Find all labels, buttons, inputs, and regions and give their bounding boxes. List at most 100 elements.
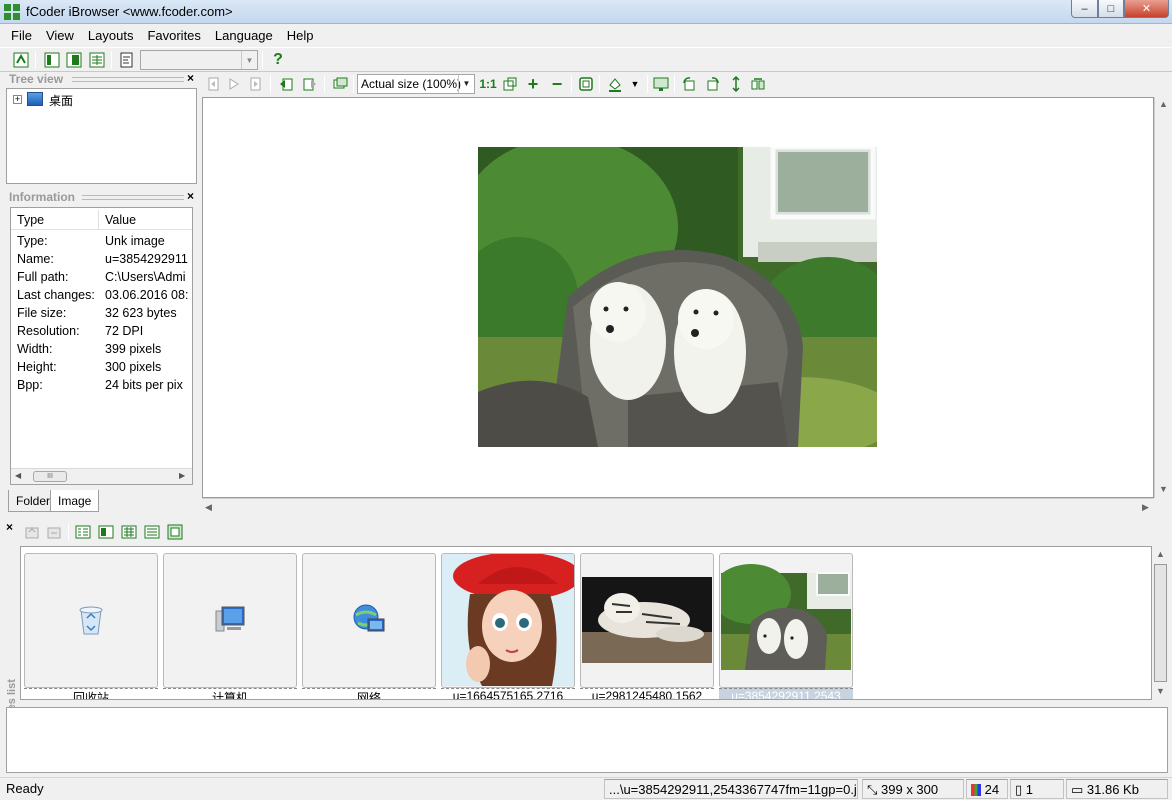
toolbar-separator <box>647 75 648 93</box>
view-large-icon[interactable] <box>96 522 116 542</box>
layout-left-icon[interactable] <box>42 50 62 70</box>
info-row: Name: u=3854292911 <box>11 252 192 270</box>
information-list: Type Value Type: Unk image Name: u=3854292… <box>10 207 193 485</box>
slideshow-icon[interactable] <box>651 74 671 94</box>
fullscreen-icon[interactable] <box>576 74 596 94</box>
status-path: ...\u=3854292911,2543367747fm=11gp=0.jp <box>604 779 858 799</box>
zoom-in-icon[interactable]: + <box>523 74 543 94</box>
thumbnail-girl-image[interactable] <box>441 553 575 688</box>
properties-icon[interactable] <box>117 50 137 70</box>
fit-window-icon[interactable] <box>500 74 520 94</box>
info-key: Width: <box>17 342 53 356</box>
info-key: Name: <box>17 252 54 266</box>
panel-grip[interactable] <box>72 77 184 82</box>
scroll-left-icon[interactable]: ◀ <box>15 471 21 480</box>
menu-favorites[interactable]: Favorites <box>140 26 207 45</box>
scroll-up-icon[interactable]: ▲ <box>1159 99 1168 109</box>
info-horizontal-scrollbar[interactable]: ◀ III ▶ <box>11 468 192 484</box>
zoom-select[interactable]: Actual size (100%) ▼ <box>357 74 475 94</box>
status-index-value: 1 <box>1025 782 1033 797</box>
zoom-value: Actual size (100%) <box>361 77 462 91</box>
minimize-button[interactable]: ‒ <box>1071 0 1098 18</box>
thumbnail-caption: 计算机 <box>163 688 297 699</box>
view-grid-icon[interactable] <box>142 522 162 542</box>
close-icon[interactable]: × <box>187 71 194 85</box>
thumbnail-network[interactable] <box>302 553 436 688</box>
column-value[interactable]: Value <box>99 210 192 230</box>
scroll-left-icon[interactable]: ◀ <box>205 502 212 513</box>
log-area[interactable] <box>6 707 1168 773</box>
menu-help[interactable]: Help <box>280 26 321 45</box>
actual-size-button[interactable]: 1:1 <box>478 74 498 94</box>
scroll-up-icon[interactable]: ▲ <box>1156 549 1165 559</box>
view-details-icon[interactable] <box>73 522 93 542</box>
up-folder-icon[interactable] <box>22 522 42 542</box>
girl-thumbnail <box>442 554 574 686</box>
scroll-down-icon[interactable]: ▼ <box>1156 686 1165 696</box>
folder-combo[interactable]: ▼ <box>140 50 258 70</box>
status-bpp-value: 24 <box>984 782 1000 797</box>
images-list[interactable]: 回收站 计算机 网络 u=1664575165,2716 u=298124548… <box>20 546 1152 700</box>
thumbnail-tiger-image[interactable] <box>580 553 714 688</box>
scroll-thumb[interactable]: III <box>33 471 67 482</box>
expand-icon[interactable]: + <box>13 95 22 104</box>
layout-grid-icon[interactable] <box>87 50 107 70</box>
close-icon[interactable]: × <box>187 189 194 203</box>
first-page-icon[interactable] <box>204 74 224 94</box>
previous-image-icon[interactable] <box>276 74 296 94</box>
rotate-right-icon[interactable] <box>703 74 723 94</box>
menu-view[interactable]: View <box>39 26 81 45</box>
close-button[interactable]: ✕ <box>1124 0 1169 18</box>
thumbnail-computer[interactable] <box>163 553 297 688</box>
flip-horizontal-icon[interactable] <box>748 74 768 94</box>
page-icon: ▯ <box>1015 782 1026 797</box>
thumbnail-puppies-image[interactable] <box>719 553 853 688</box>
last-page-icon[interactable] <box>246 74 266 94</box>
images-list-toolbar: × <box>6 520 1172 543</box>
view-list-icon[interactable] <box>119 522 139 542</box>
chevron-down-icon[interactable]: ▼ <box>625 74 645 94</box>
maximize-button[interactable]: □ <box>1098 0 1124 18</box>
tab-image[interactable]: Image <box>50 490 100 512</box>
play-icon[interactable] <box>224 74 244 94</box>
viewer-horizontal-scrollbar[interactable]: ◀ ▶ <box>202 498 1154 515</box>
chevron-down-icon[interactable]: ▼ <box>241 51 257 69</box>
flip-vertical-icon[interactable] <box>726 74 746 94</box>
column-type[interactable]: Type <box>11 210 99 230</box>
chevron-down-icon[interactable]: ▼ <box>458 75 474 93</box>
disk-icon: ▭ <box>1071 782 1087 797</box>
rotate-left-icon[interactable] <box>679 74 699 94</box>
next-image-icon[interactable] <box>300 74 320 94</box>
copy-image-icon[interactable] <box>330 74 350 94</box>
refresh-icon[interactable] <box>11 50 31 70</box>
back-folder-icon[interactable] <box>44 522 64 542</box>
network-icon <box>303 554 435 686</box>
images-list-scrollbar[interactable]: ▲ ▼ <box>1152 546 1169 700</box>
thumbnail-recycle-bin[interactable] <box>24 553 158 688</box>
fill-color-icon[interactable] <box>605 74 625 94</box>
close-icon[interactable]: × <box>6 520 13 534</box>
panel-grip[interactable] <box>82 195 184 200</box>
help-icon[interactable]: ? <box>268 50 288 70</box>
scroll-right-icon[interactable]: ▶ <box>179 471 185 480</box>
menu-language[interactable]: Language <box>208 26 280 45</box>
tree-view[interactable]: + 桌面 <box>6 88 197 184</box>
scroll-down-icon[interactable]: ▼ <box>1159 484 1168 494</box>
scroll-thumb[interactable] <box>1154 564 1167 682</box>
info-row: Width: 399 pixels <box>11 342 192 360</box>
viewer-vertical-scrollbar[interactable]: ▲ ▼ <box>1154 97 1171 498</box>
info-row: Full path: C:\Users\Admi <box>11 270 192 288</box>
status-ready: Ready <box>6 781 44 796</box>
view-thumbnails-icon[interactable] <box>165 522 185 542</box>
menu-file[interactable]: File <box>4 26 39 45</box>
menu-layouts[interactable]: Layouts <box>81 26 141 45</box>
tree-item-desktop[interactable]: 桌面 <box>49 92 73 109</box>
puppies-thumbnail <box>720 554 852 686</box>
info-value: 72 DPI <box>105 324 144 338</box>
info-key: Resolution: <box>17 324 80 338</box>
layout-middle-icon[interactable] <box>64 50 84 70</box>
zoom-out-icon[interactable]: − <box>547 74 567 94</box>
thumbnail-caption: u=1664575165,2716 <box>441 688 575 699</box>
scroll-right-icon[interactable]: ▶ <box>1142 502 1149 513</box>
toolbar-separator <box>674 75 675 93</box>
